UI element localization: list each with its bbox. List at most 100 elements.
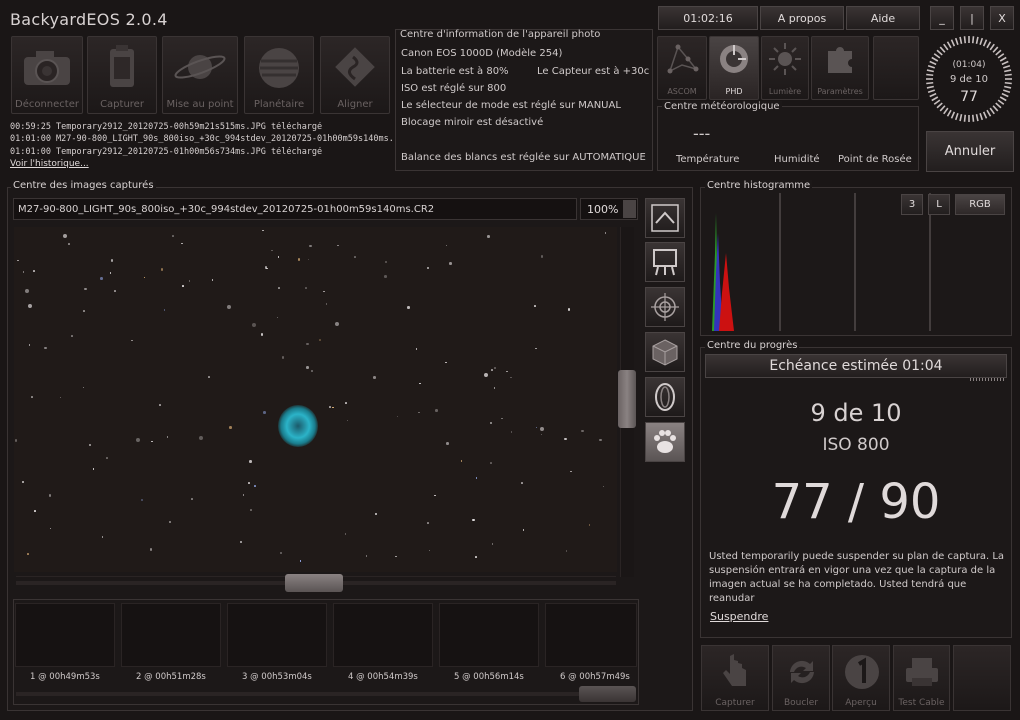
thumbnail[interactable] xyxy=(333,603,433,667)
horizontal-scrollbar[interactable] xyxy=(16,574,616,592)
constellation-icon xyxy=(667,44,699,74)
thumbnail-scrollbar[interactable] xyxy=(16,686,636,702)
star xyxy=(109,272,112,275)
star xyxy=(135,437,140,442)
phd-logo-icon xyxy=(720,45,748,73)
thumbnail[interactable] xyxy=(545,603,637,667)
paw-button[interactable] xyxy=(645,422,685,462)
cancel-button[interactable]: Annuler xyxy=(926,131,1014,172)
thumbnail[interactable] xyxy=(227,603,327,667)
star xyxy=(297,258,301,261)
star xyxy=(106,457,108,459)
star xyxy=(33,270,35,272)
test-cable-label: Test Cable xyxy=(898,698,945,708)
histogram-l-button[interactable]: L xyxy=(928,194,950,215)
humidity-label: Humidité xyxy=(774,154,820,165)
vertical-scrollbar[interactable] xyxy=(618,227,636,577)
capture-bottom-button[interactable]: Capturer xyxy=(701,645,769,711)
star xyxy=(82,386,85,389)
thumbnail[interactable] xyxy=(439,603,539,667)
star xyxy=(449,262,452,265)
images-title: Centre des images capturés xyxy=(11,180,156,191)
thumbnail[interactable] xyxy=(15,603,115,667)
about-button[interactable]: A propos xyxy=(760,6,844,30)
help-button[interactable]: Aide xyxy=(846,6,920,30)
star xyxy=(271,249,273,252)
history-link[interactable]: Voir l'historique... xyxy=(10,159,89,169)
star xyxy=(254,485,256,487)
star xyxy=(181,284,184,287)
clock-display: 01:02:16 xyxy=(658,6,758,30)
thumbnail[interactable] xyxy=(121,603,221,667)
lens-button[interactable] xyxy=(645,377,685,417)
phd-button[interactable]: PHD xyxy=(709,36,759,100)
star xyxy=(491,543,494,545)
presentation-button[interactable] xyxy=(645,242,685,282)
iso-label: ISO 800 xyxy=(822,435,890,455)
capture-toolbar-button[interactable]: Capturer xyxy=(87,36,157,114)
star xyxy=(570,470,572,473)
capture-bottom-label: Capturer xyxy=(715,698,755,708)
star xyxy=(306,366,309,369)
target-button[interactable] xyxy=(645,287,685,327)
star xyxy=(510,376,512,379)
star xyxy=(250,509,253,511)
star xyxy=(190,497,193,500)
thumbnail-label: 5 @ 00h56m14s xyxy=(454,672,524,682)
planetary-label: Planétaire xyxy=(253,99,305,110)
minimize-button[interactable]: _ xyxy=(930,6,954,30)
star xyxy=(163,309,166,312)
light-button[interactable]: Lumière xyxy=(761,36,809,100)
light-label: Lumière xyxy=(768,87,802,96)
focus-button[interactable]: Mise au point xyxy=(162,36,238,114)
capture-toolbar-label: Capturer xyxy=(100,99,144,110)
star xyxy=(415,348,418,351)
suspend-link[interactable]: Suspendre xyxy=(710,610,768,623)
maximize-button[interactable]: | xyxy=(960,6,984,30)
fit-button[interactable] xyxy=(645,198,685,238)
vertical-scroll-thumb[interactable] xyxy=(618,370,636,428)
temperature-value: --- xyxy=(693,124,711,143)
test-cable-button[interactable]: Test Cable xyxy=(893,645,950,711)
ascom-button[interactable]: ASCOM xyxy=(657,36,707,100)
hand-pointer-icon xyxy=(723,654,746,686)
mode-status: Le sélecteur de mode est réglé sur MANUA… xyxy=(401,100,621,111)
star xyxy=(264,266,268,269)
planetary-button[interactable]: Planétaire xyxy=(244,36,314,114)
histogram-3-button[interactable]: 3 xyxy=(901,194,923,215)
filename-field[interactable]: M27-90-800_LIGHT_90s_800iso_+30c_994stde… xyxy=(13,198,577,220)
star xyxy=(149,548,153,551)
thumbnail-scroll-thumb[interactable] xyxy=(579,686,636,702)
star xyxy=(427,521,429,524)
exposure-count: 77 / 90 xyxy=(771,474,941,530)
sun-icon xyxy=(769,43,801,75)
star xyxy=(101,536,104,538)
star xyxy=(251,323,256,328)
horizontal-scroll-thumb[interactable] xyxy=(285,574,343,592)
histogram-rgb-button[interactable]: RGB xyxy=(955,194,1005,215)
star xyxy=(17,259,19,262)
preview-button[interactable]: Aperçu xyxy=(832,645,890,711)
star xyxy=(59,396,62,399)
star xyxy=(535,347,538,350)
star xyxy=(540,255,544,258)
eta-progress xyxy=(970,378,1006,381)
camera-model: Canon EOS 1000D (Modèle 254) xyxy=(401,48,563,59)
star xyxy=(472,518,475,522)
loop-button[interactable]: Boucler xyxy=(772,645,830,711)
star xyxy=(28,343,31,346)
settings-button[interactable]: Paramètres xyxy=(811,36,869,100)
star xyxy=(374,512,378,516)
star xyxy=(407,306,410,309)
star xyxy=(306,342,309,346)
close-button[interactable]: X xyxy=(990,6,1014,30)
disconnect-button[interactable]: Déconnecter xyxy=(11,36,83,114)
empty-bottom-slot xyxy=(953,645,1011,711)
cube-button[interactable] xyxy=(645,332,685,372)
zoom-stepper[interactable] xyxy=(623,200,636,218)
number-one-icon xyxy=(845,655,879,689)
dial-value: 77 xyxy=(960,89,978,105)
star xyxy=(345,402,347,404)
star xyxy=(239,540,243,544)
align-button[interactable]: Aligner xyxy=(320,36,390,114)
